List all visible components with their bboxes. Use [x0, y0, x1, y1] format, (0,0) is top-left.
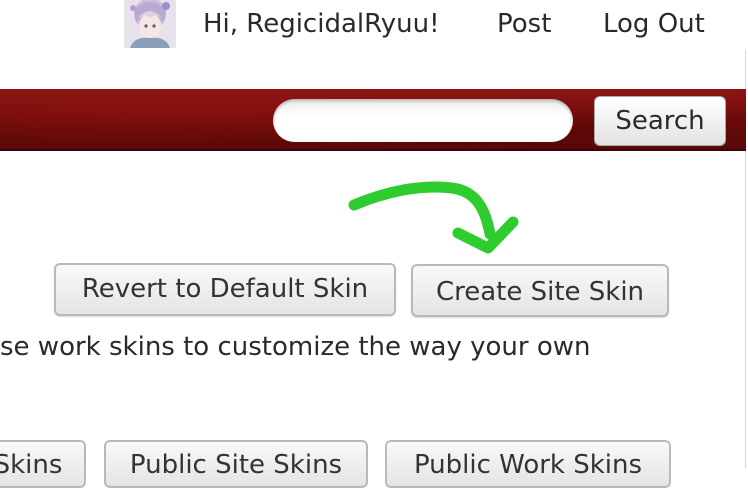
green-arrow-annotation: [348, 181, 519, 254]
create-site-skin-button[interactable]: Create Site Skin: [411, 264, 669, 317]
user-greeting: Hi, RegicidalRyuu!: [203, 9, 440, 39]
skins-description: se work skins to customize the way your …: [0, 332, 591, 362]
tab-public-site-skins[interactable]: Public Site Skins: [104, 440, 368, 488]
tab-skins[interactable]: Skins: [0, 440, 86, 488]
tab-public-work-skins[interactable]: Public Work Skins: [385, 440, 671, 488]
search-button[interactable]: Search: [594, 96, 726, 146]
revert-to-default-skin-button[interactable]: Revert to Default Skin: [54, 263, 396, 316]
post-link[interactable]: Post: [497, 8, 551, 40]
search-input[interactable]: [273, 99, 573, 142]
log-out-link[interactable]: Log Out: [603, 8, 705, 40]
avatar[interactable]: [124, 0, 176, 48]
